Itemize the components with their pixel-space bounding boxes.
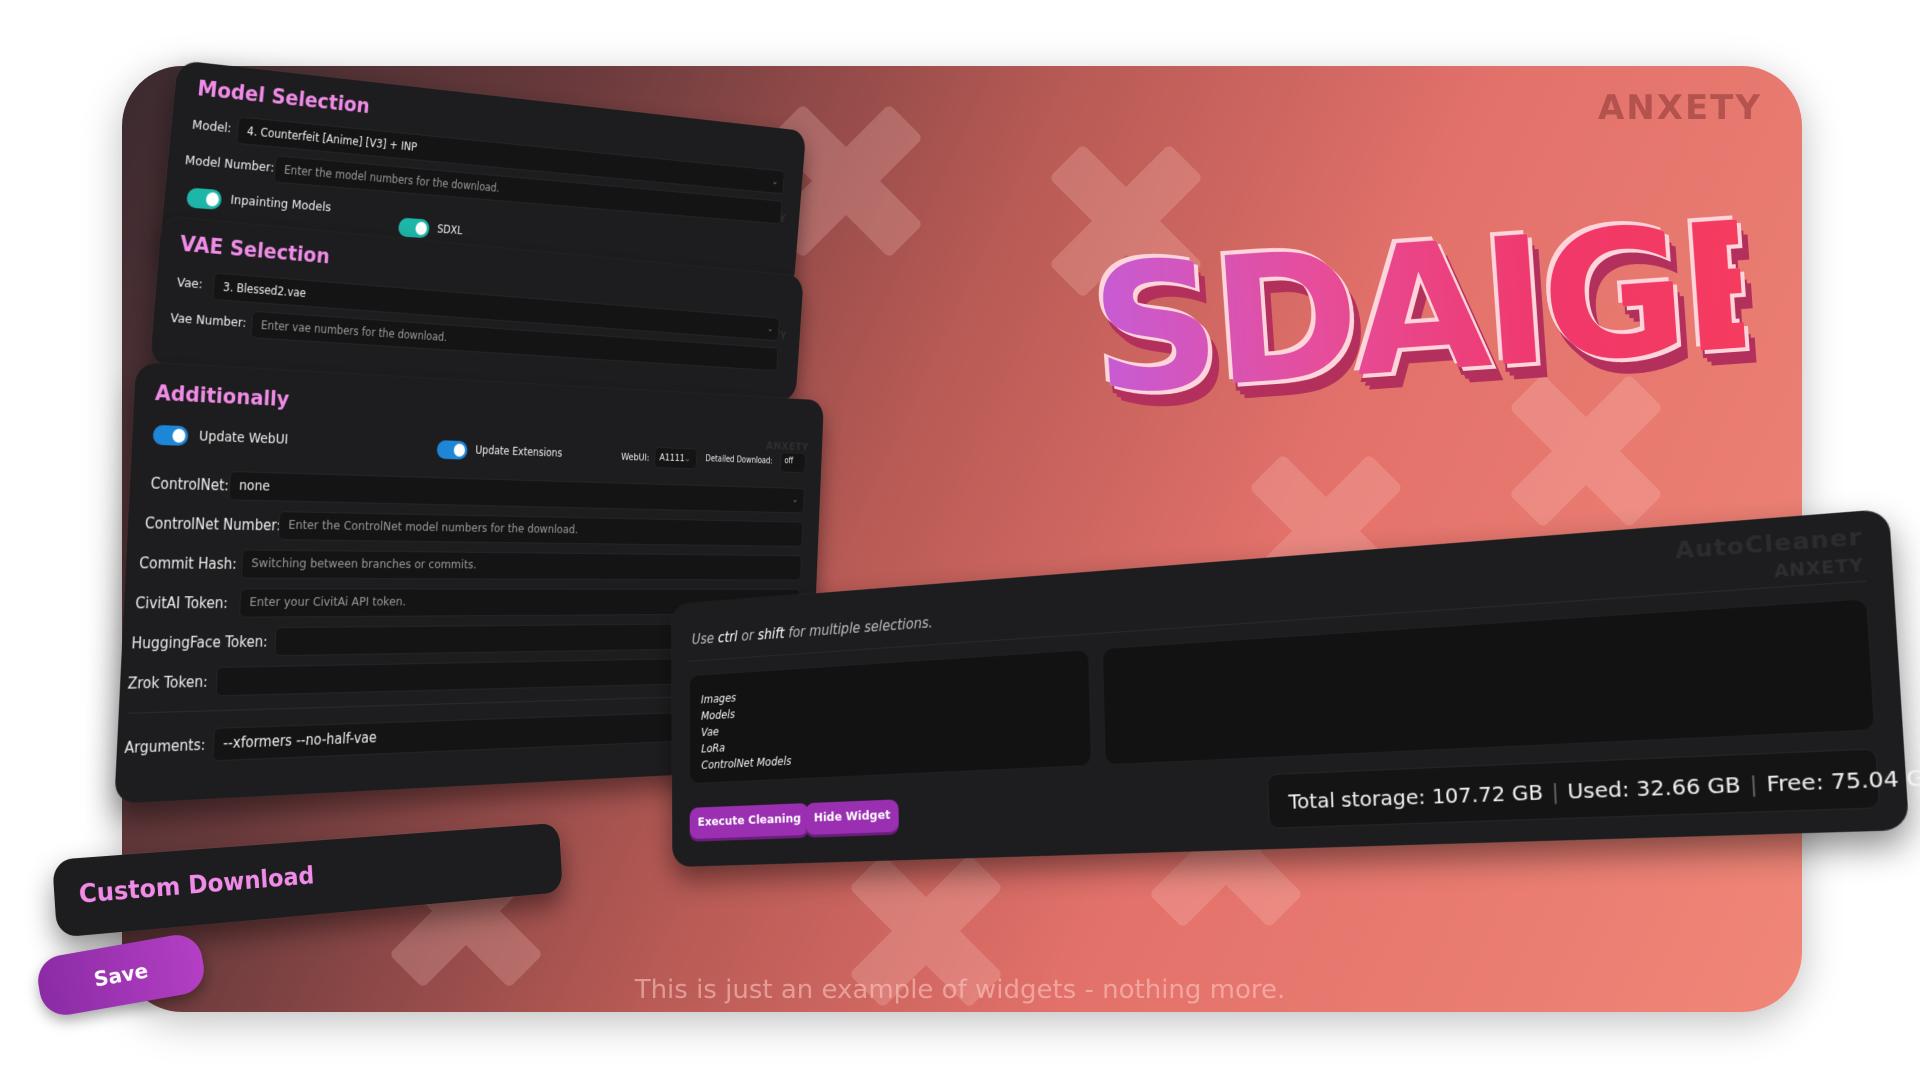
selection-hint: Use ctrl or shift for multiple selection… [692, 614, 933, 648]
detailed-download-select[interactable]: off [780, 452, 807, 474]
hint-shift: shift [757, 624, 785, 644]
chevron-down-icon: ⌄ [683, 452, 691, 464]
hint-suffix: for multiple selections. [788, 614, 933, 642]
update-extensions-toggle[interactable] [436, 440, 468, 460]
detailed-download-label: Detailed Download: [705, 454, 773, 467]
list-item[interactable]: ControlNet Models [701, 754, 791, 771]
model-label: Model: [191, 117, 233, 137]
model-select-value: 4. Counterfeit [Anime] [V3] + INP [246, 124, 418, 154]
vae-label: Vae: [176, 275, 204, 293]
update-extensions-label: Update Extensions [475, 443, 563, 460]
cleaner-select-list[interactable]: Images Models Vae LoRa ControlNet Models [688, 649, 1092, 785]
inpainting-toggle-label: Inpainting Models [229, 192, 332, 216]
hint-ctrl: ctrl [717, 628, 738, 647]
controlnet-select-value: none [238, 478, 271, 495]
separator: | [1748, 770, 1759, 798]
chevron-down-icon: ⌄ [771, 175, 779, 187]
detailed-download-value: off [784, 456, 794, 466]
commit-hash-input[interactable]: Switching between branches or commits. [240, 549, 802, 581]
update-webui-toggle[interactable] [152, 424, 189, 446]
storage-used: Used: 32.66 GB [1566, 771, 1742, 804]
huggingface-token-label: HuggingFace Token: [131, 633, 268, 653]
webui-select-value: A1111 [659, 451, 685, 464]
list-item[interactable]: Models [701, 708, 735, 723]
sdaigen-logo: SDAIGEN [1085, 171, 1920, 435]
panel-title: Custom Download [77, 861, 316, 910]
webui-select[interactable]: A1111 ⌄ [654, 446, 698, 470]
storage-total: Total storage: 107.72 GB [1288, 779, 1544, 814]
controlnet-label: ControlNet: [150, 474, 230, 495]
storage-free: Free: 75.04 GB [1765, 763, 1920, 797]
update-webui-label: Update WebUI [198, 428, 289, 448]
hint-prefix: Use [691, 630, 715, 648]
hint-or: or [741, 627, 754, 645]
list-item[interactable]: Vae [701, 725, 719, 739]
inpainting-toggle[interactable] [185, 187, 223, 210]
brand-corner-mark: ANXETY [1597, 88, 1762, 128]
civitai-token-label: CivitAI Token: [134, 594, 229, 613]
footer-note: This is just an example of widgets - not… [634, 975, 1286, 1005]
webui-label: WebUI: [620, 450, 650, 464]
watermark: ANXETY [1773, 554, 1865, 582]
zrok-token-label: Zrok Token: [127, 672, 209, 693]
logo-text: SDAIGEN [1085, 171, 1920, 435]
controlnet-select[interactable]: none ⌄ [228, 470, 805, 514]
vae-select-value: 3. Blessed2.vae [222, 280, 307, 300]
hide-widget-button[interactable]: Hide Widget [805, 799, 900, 835]
commit-hash-label: Commit Hash: [138, 554, 238, 573]
model-number-label: Model Number: [184, 153, 275, 176]
chevron-down-icon: ⌄ [766, 322, 774, 335]
chevron-down-icon: ⌄ [791, 493, 799, 505]
execute-cleaning-button[interactable]: Execute Cleaning [689, 802, 810, 840]
separator: | [1550, 778, 1560, 805]
list-item[interactable]: LoRa [701, 741, 725, 755]
storage-info: Total storage: 107.72 GB | Used: 32.66 GB |… [1266, 748, 1920, 829]
controlnet-number-input[interactable]: Enter the ControlNet model numbers for t… [278, 511, 804, 547]
cleaner-output-area [1101, 598, 1876, 766]
sdxl-toggle[interactable] [397, 217, 431, 239]
panel-title: Model Selection [196, 76, 371, 119]
sdxl-toggle-label: SDXL [436, 222, 464, 238]
panel-title: VAE Selection [179, 231, 331, 270]
arguments-label: Arguments: [124, 736, 206, 758]
panel-title: Additionally [154, 381, 290, 412]
list-item[interactable]: Images [701, 691, 736, 706]
vae-number-label: Vae Number: [169, 310, 247, 331]
controlnet-number-label: ControlNet Number: [144, 514, 282, 535]
